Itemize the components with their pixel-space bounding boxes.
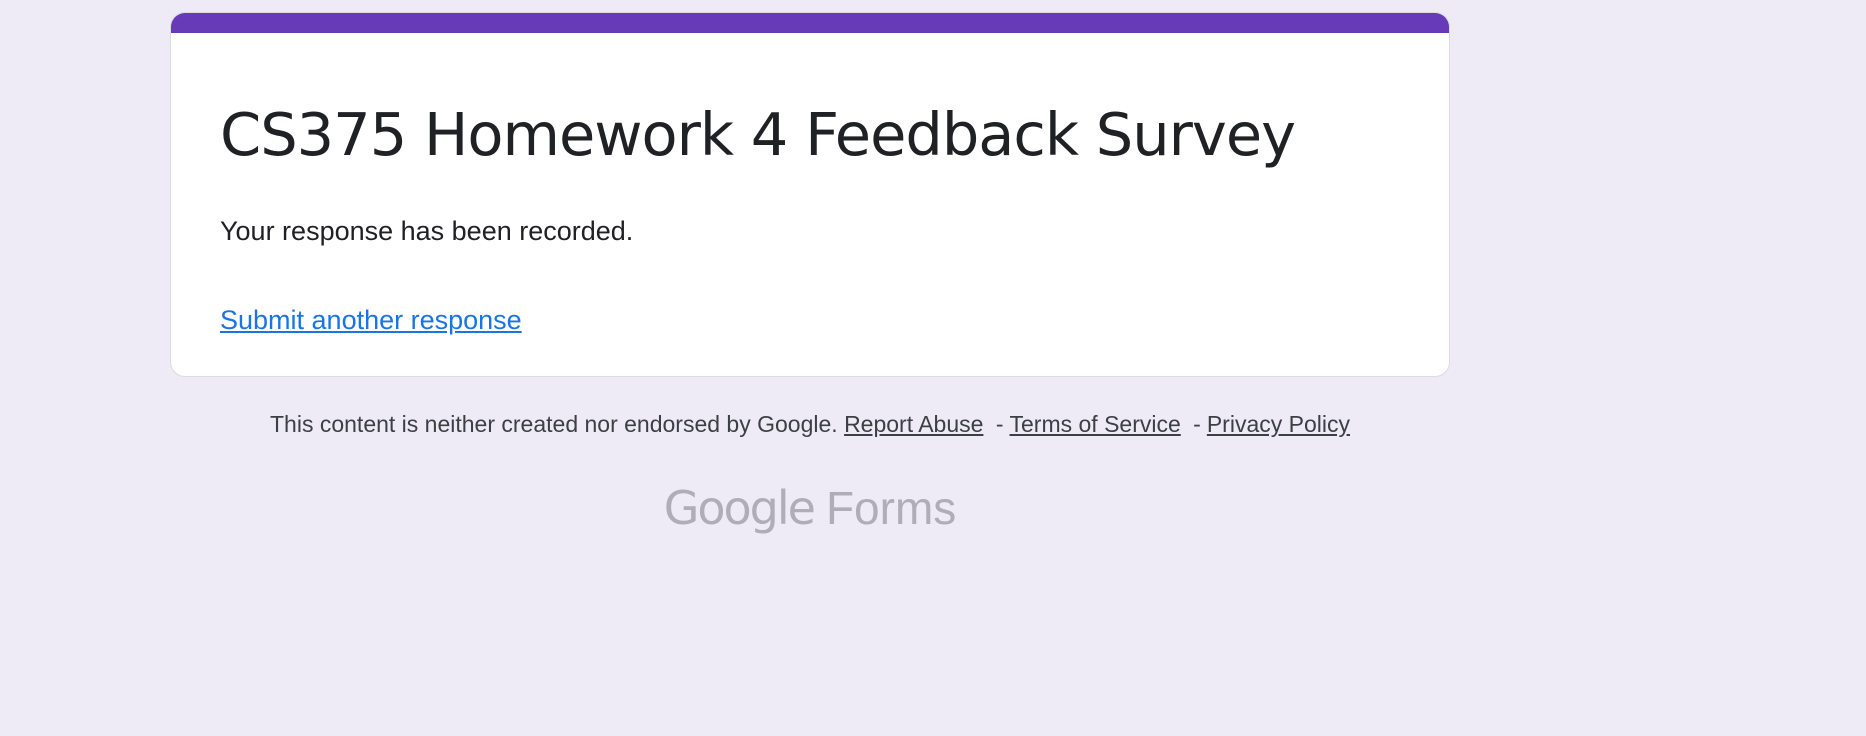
privacy-policy-link[interactable]: Privacy Policy	[1207, 411, 1350, 437]
confirmation-message: Your response has been recorded.	[220, 216, 634, 246]
form-title: CS375 Homework 4 Feedback Survey	[220, 100, 1296, 169]
report-abuse-link[interactable]: Report Abuse	[844, 411, 983, 437]
form-card: CS375 Homework 4 Feedback Survey Your re…	[170, 12, 1450, 377]
footer-separator: -	[1193, 411, 1201, 437]
footer-disclaimer: This content is neither created nor endo…	[270, 411, 838, 437]
google-wordmark: Google	[663, 481, 816, 535]
submit-another-response-link[interactable]: Submit another response	[220, 300, 522, 340]
forms-wordmark: Forms	[825, 482, 957, 534]
footer: This content is neither created nor endo…	[170, 406, 1450, 442]
form-accent-bar	[171, 13, 1449, 33]
google-forms-logo[interactable]: Google Forms	[170, 480, 1450, 536]
footer-separator: -	[995, 411, 1004, 437]
terms-of-service-link[interactable]: Terms of Service	[1010, 411, 1181, 437]
